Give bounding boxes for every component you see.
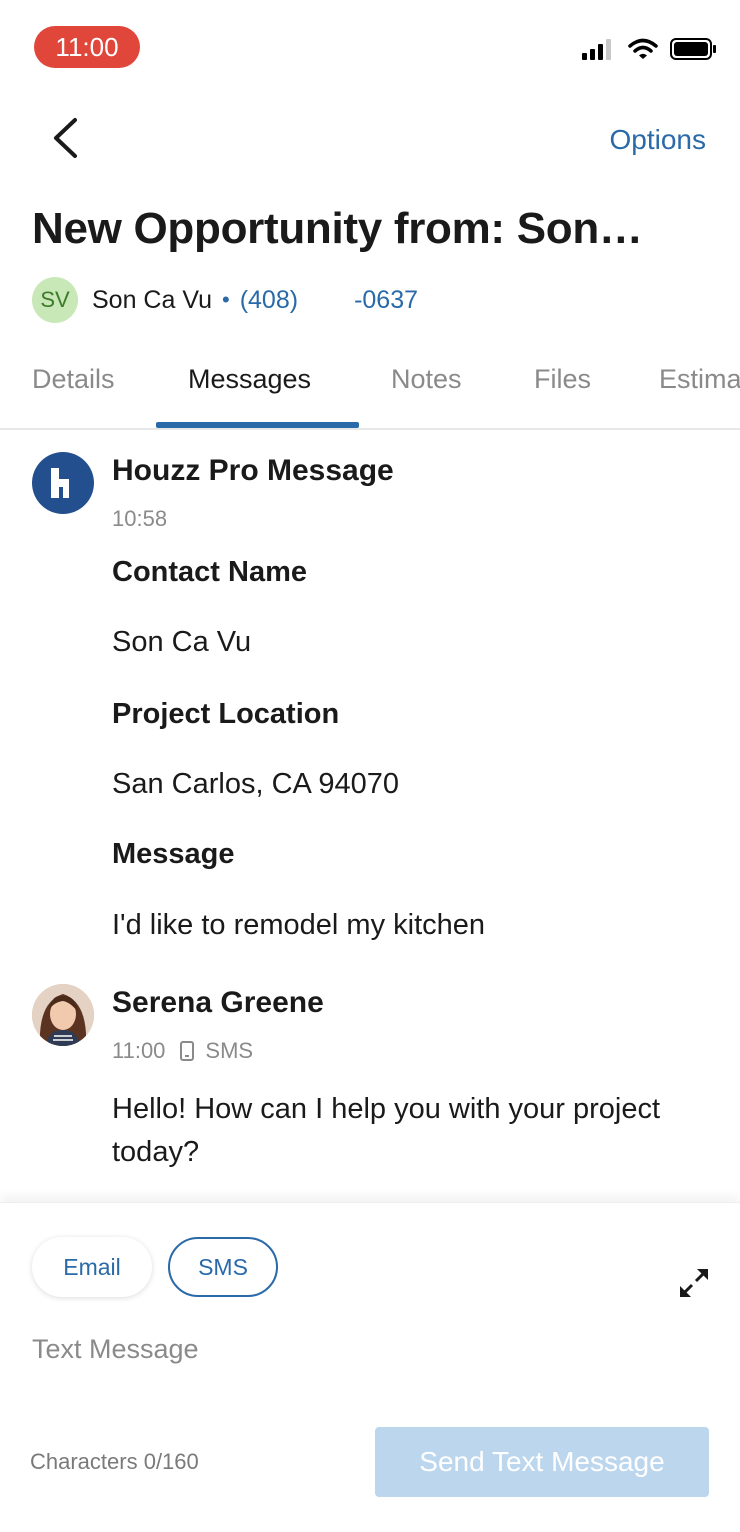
expand-icon[interactable] [676,1265,712,1301]
status-time: 11:00 [34,26,140,68]
phone-icon [179,1041,195,1061]
email-channel-button[interactable]: Email [32,1237,152,1297]
field-value-project-location: San Carlos, CA 94070 [112,768,399,800]
field-label-message: Message [112,838,235,870]
contact-avatar: SV [32,277,78,323]
tab-details[interactable]: Details [32,364,115,395]
tab-files[interactable]: Files [534,364,591,395]
tab-messages[interactable]: Messages [188,364,311,395]
message-meta: 11:00 SMS [112,1038,253,1064]
field-label-contact-name: Contact Name [112,556,307,588]
status-icons [582,36,716,66]
message-sender: Serena Greene [112,986,324,1019]
chevron-left-icon [51,117,79,164]
tab-estimates[interactable]: Estima [659,364,740,395]
battery-icon [670,37,716,65]
houzz-logo-icon [32,452,94,514]
character-count: Characters 0/160 [30,1449,199,1474]
active-tab-indicator [156,422,359,428]
wifi-icon [628,38,658,65]
contact-name: Son Ca Vu [92,285,212,314]
message-text: Hello! How can I help you with your proj… [112,1093,661,1168]
status-bar: 11:00 [0,0,740,92]
back-button[interactable] [40,112,90,168]
message-time: 10:58 [112,506,168,531]
field-value-message: I'd like to remodel my kitchen [112,909,486,941]
message-feed[interactable]: Houzz Pro Message 10:58 Contact Name Son… [0,432,740,1202]
phone-area-code[interactable]: (408) [240,286,298,315]
field-label-project-location: Project Location [112,698,340,730]
phone-suffix[interactable]: -0637 [354,286,418,315]
contact-row: SV Son Ca Vu • (408) -0637 [32,277,418,323]
message-channel: SMS [205,1038,254,1063]
tab-notes[interactable]: Notes [391,364,462,395]
field-value-contact-name: Son Ca Vu [112,626,252,658]
send-text-message-button[interactable]: Send Text Message [375,1427,709,1497]
text-message-input[interactable] [32,1327,712,1371]
message-composer: Email SMS Characters 0/160 Send Text Mes… [0,1202,740,1532]
message-sender: Houzz Pro Message [112,454,394,487]
options-button[interactable]: Options [610,124,707,156]
signal-icon [582,38,616,65]
tab-bar: Details Messages Notes Files Estima [0,346,740,430]
sms-channel-button[interactable]: SMS [168,1237,278,1297]
page-title: New Opportunity from: Son… [32,204,643,253]
separator-dot: • [221,287,230,312]
sender-avatar [32,984,94,1046]
message-time: 11:00 [112,1038,166,1063]
